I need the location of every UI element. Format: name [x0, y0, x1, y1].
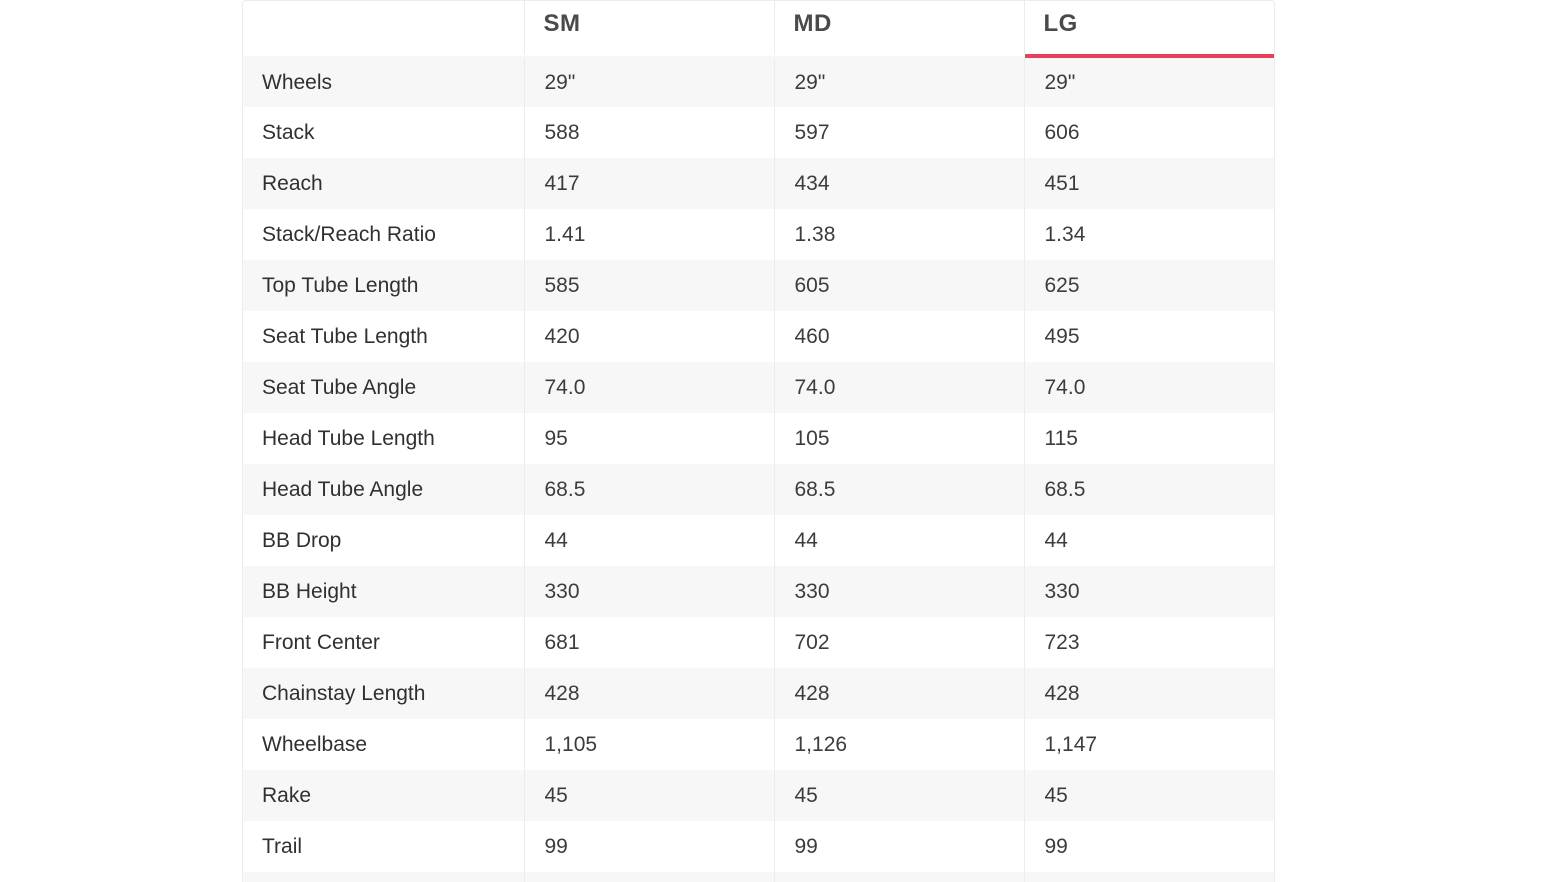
table-cell: 44: [1023, 515, 1274, 566]
table-cell: 29": [523, 56, 774, 107]
table-row: Head Tube Length 95 105 115: [243, 413, 1274, 464]
table-cell: 45: [773, 770, 1024, 821]
table-cell: 1,126: [773, 719, 1024, 770]
row-label: Seat Tube Angle: [243, 362, 524, 413]
geometry-table: SM MD LG Wheels 29" 29" 29" Stack 588 597 606 Re…: [243, 1, 1274, 882]
row-label: Reach: [243, 158, 524, 209]
table-cell: 417: [523, 158, 774, 209]
row-label: BB Drop: [243, 515, 524, 566]
table-cell: 723: [1023, 617, 1274, 668]
table-cell: 105: [773, 413, 1024, 464]
table-row: BB Height 330 330 330: [243, 566, 1274, 617]
table-cell: 330: [773, 566, 1024, 617]
table-cell: 1.41: [523, 209, 774, 260]
table-cell: 428: [773, 668, 1024, 719]
row-label: Rake: [243, 770, 524, 821]
row-label: [243, 872, 524, 882]
table-row: Stack/Reach Ratio 1.41 1.38 1.34: [243, 209, 1274, 260]
table-cell: 625: [1023, 260, 1274, 311]
table-cell: 330: [523, 566, 774, 617]
table-row: Chainstay Length 428 428 428: [243, 668, 1274, 719]
table-row: Stack 588 597 606: [243, 107, 1274, 158]
table-cell: [773, 872, 1024, 882]
table-cell: 495: [1023, 311, 1274, 362]
row-label: Wheels: [243, 56, 524, 107]
table-cell: 606: [1023, 107, 1274, 158]
table-cell: 428: [523, 668, 774, 719]
table-cell: 95: [523, 413, 774, 464]
header-corner: [243, 1, 524, 56]
row-label: Seat Tube Length: [243, 311, 524, 362]
table-row: Reach 417 434 451: [243, 158, 1274, 209]
header-row: SM MD LG: [243, 1, 1274, 58]
table-cell: 29": [1023, 56, 1274, 107]
table-row: [243, 872, 1274, 882]
geometry-table-container: SM MD LG Wheels 29" 29" 29" Stack 588 597 606 Re…: [242, 0, 1275, 882]
table-cell: 45: [523, 770, 774, 821]
table-cell: 115: [1023, 413, 1274, 464]
table-cell: 451: [1023, 158, 1274, 209]
table-row: Wheels 29" 29" 29": [243, 56, 1274, 107]
table-cell: 605: [773, 260, 1024, 311]
table-row: Front Center 681 702 723: [243, 617, 1274, 668]
table-cell: 74.0: [773, 362, 1024, 413]
table-cell: 74.0: [523, 362, 774, 413]
table-cell: 44: [523, 515, 774, 566]
row-label: Trail: [243, 821, 524, 872]
table-cell: 74.0: [1023, 362, 1274, 413]
table-cell: 702: [773, 617, 1024, 668]
row-label: Top Tube Length: [243, 260, 524, 311]
size-header-lg[interactable]: LG: [1023, 1, 1274, 58]
row-label: Wheelbase: [243, 719, 524, 770]
table-row: BB Drop 44 44 44: [243, 515, 1274, 566]
table-cell: [1023, 872, 1274, 882]
table-cell: 45: [1023, 770, 1274, 821]
table-cell: 44: [773, 515, 1024, 566]
table-cell: 681: [523, 617, 774, 668]
table-cell: 597: [773, 107, 1024, 158]
size-header-md[interactable]: MD: [773, 1, 1024, 56]
table-row: Head Tube Angle 68.5 68.5 68.5: [243, 464, 1274, 515]
row-label: BB Height: [243, 566, 524, 617]
row-label: Stack: [243, 107, 524, 158]
row-label: Stack/Reach Ratio: [243, 209, 524, 260]
size-header-sm[interactable]: SM: [523, 1, 774, 56]
table-cell: 434: [773, 158, 1024, 209]
table-cell: 588: [523, 107, 774, 158]
table-cell: 29": [773, 56, 1024, 107]
table-cell: 1.38: [773, 209, 1024, 260]
table-row: Seat Tube Length 420 460 495: [243, 311, 1274, 362]
table-row: Wheelbase 1,105 1,126 1,147: [243, 719, 1274, 770]
row-label: Head Tube Angle: [243, 464, 524, 515]
table-cell: 99: [523, 821, 774, 872]
table-cell: 585: [523, 260, 774, 311]
row-label: Chainstay Length: [243, 668, 524, 719]
table-cell: 68.5: [523, 464, 774, 515]
table-row: Trail 99 99 99: [243, 821, 1274, 872]
table-cell: 1.34: [1023, 209, 1274, 260]
table-cell: 1,105: [523, 719, 774, 770]
row-label: Front Center: [243, 617, 524, 668]
table-cell: [523, 872, 774, 882]
table-row: Seat Tube Angle 74.0 74.0 74.0: [243, 362, 1274, 413]
table-cell: 68.5: [1023, 464, 1274, 515]
table-cell: 428: [1023, 668, 1274, 719]
table-cell: 330: [1023, 566, 1274, 617]
row-label: Head Tube Length: [243, 413, 524, 464]
table-cell: 1,147: [1023, 719, 1274, 770]
table-row: Rake 45 45 45: [243, 770, 1274, 821]
table-cell: 460: [773, 311, 1024, 362]
table-cell: 420: [523, 311, 774, 362]
table-row: Top Tube Length 585 605 625: [243, 260, 1274, 311]
table-cell: 99: [1023, 821, 1274, 872]
table-cell: 99: [773, 821, 1024, 872]
table-cell: 68.5: [773, 464, 1024, 515]
